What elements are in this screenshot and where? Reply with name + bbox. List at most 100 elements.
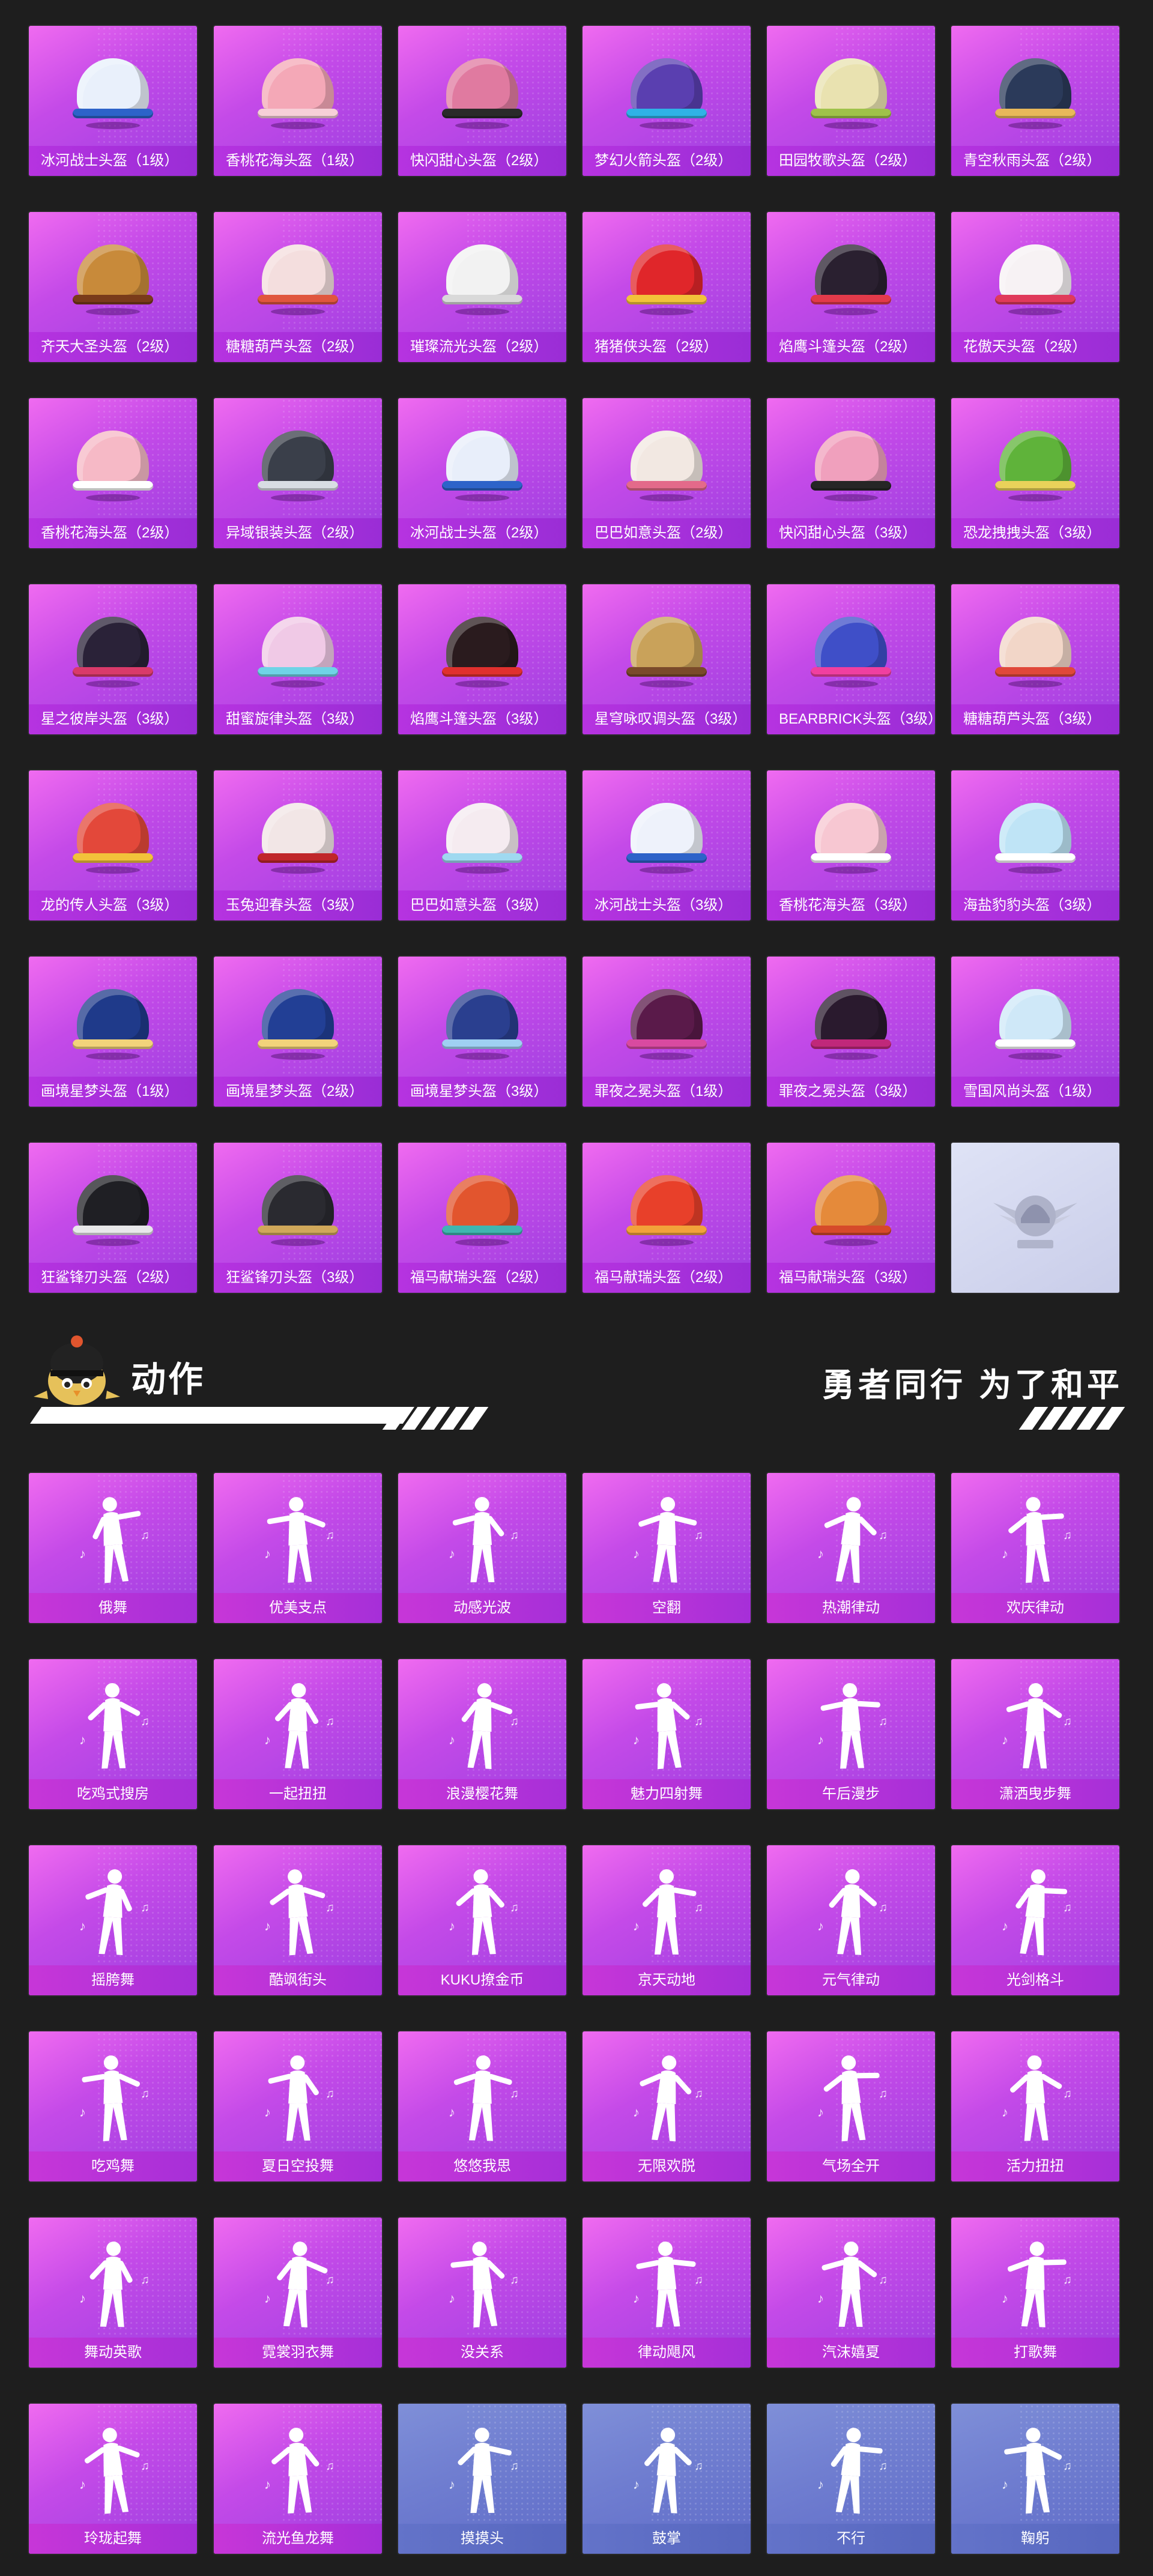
helmet-card[interactable]: 香桃花海头盔（1级） bbox=[214, 26, 382, 176]
helmet-card[interactable] bbox=[951, 1143, 1119, 1293]
action-card[interactable]: ♪ ♫ 元气律动 bbox=[767, 1845, 935, 1995]
action-card[interactable]: ♪ ♫ 光剑格斗 bbox=[951, 1845, 1119, 1995]
svg-text:♫: ♫ bbox=[879, 2087, 888, 2100]
helmet-card[interactable]: 狂鲨锋刃头盔（3级） bbox=[214, 1143, 382, 1293]
helmet-card[interactable]: 画境星梦头盔（1级） bbox=[29, 957, 197, 1107]
action-card[interactable]: ♪ ♫ 律动飓风 bbox=[583, 2218, 751, 2368]
helmet-card[interactable]: 糖糖葫芦头盔（3级） bbox=[951, 584, 1119, 734]
action-card[interactable]: ♪ ♫ 流光鱼龙舞 bbox=[214, 2404, 382, 2554]
helmet-card[interactable]: 冰河战士头盔（1级） bbox=[29, 26, 197, 176]
action-card[interactable]: ♪ ♫ 鼓掌 bbox=[583, 2404, 751, 2554]
action-card[interactable]: ♪ ♫ 一起扭扭 bbox=[214, 1659, 382, 1809]
helmet-card[interactable]: 快闪甜心头盔（3级） bbox=[767, 398, 935, 548]
svg-text:♪: ♪ bbox=[79, 2477, 86, 2492]
helmet-icon bbox=[806, 977, 896, 1067]
action-card[interactable]: ♪ ♫ 摇胯舞 bbox=[29, 1845, 197, 1995]
helmet-card[interactable]: 福马献瑞头盔（3级） bbox=[767, 1143, 935, 1293]
action-card[interactable]: ♪ ♫ 打歌舞 bbox=[951, 2218, 1119, 2368]
helmet-card[interactable]: 雪国风尚头盔（1级） bbox=[951, 957, 1119, 1107]
action-card[interactable]: ♪ ♫ KUKU撩金币 bbox=[398, 1845, 566, 1995]
helmet-card[interactable]: 糖糖葫芦头盔（2级） bbox=[214, 212, 382, 362]
svg-text:♪: ♪ bbox=[817, 1732, 824, 1747]
svg-text:♪: ♪ bbox=[633, 1546, 640, 1561]
action-card[interactable]: ♪ ♫ 汽沫嬉夏 bbox=[767, 2218, 935, 2368]
helmet-card[interactable]: 冰河战士头盔（2级） bbox=[398, 398, 566, 548]
action-card[interactable]: ♪ ♫ 玲珑起舞 bbox=[29, 2404, 197, 2554]
helmet-card[interactable]: 梦幻火箭头盔（2级） bbox=[583, 26, 751, 176]
dancer-pose-icon: ♪♫ bbox=[449, 2242, 519, 2328]
action-card[interactable]: ♪ ♫ 气场全开 bbox=[767, 2031, 935, 2181]
helmet-card[interactable]: 星之彼岸头盔（3级） bbox=[29, 584, 197, 734]
action-label: 活力扭扭 bbox=[951, 2151, 1119, 2181]
helmet-card[interactable]: 福马献瑞头盔（2级） bbox=[398, 1143, 566, 1293]
action-card[interactable]: ♪ ♫ 霓裳羽衣舞 bbox=[214, 2218, 382, 2368]
helmet-card[interactable]: 狂鲨锋刃头盔（2级） bbox=[29, 1143, 197, 1293]
helmet-card[interactable]: 罪夜之冕头盔（3级） bbox=[767, 957, 935, 1107]
helmet-icon bbox=[806, 46, 896, 136]
helmet-card[interactable]: 异域银装头盔（2级） bbox=[214, 398, 382, 548]
action-card[interactable]: ♪ ♫ 无限欢脱 bbox=[583, 2031, 751, 2181]
helmet-icon bbox=[253, 791, 343, 881]
action-card[interactable]: ♪ ♫ 动感光波 bbox=[398, 1473, 566, 1623]
action-card[interactable]: ♪ ♫ 吃鸡式搜房 bbox=[29, 1659, 197, 1809]
helmet-card[interactable]: 花傲天头盔（2级） bbox=[951, 212, 1119, 362]
helmet-card[interactable]: 福马献瑞头盔（2级） bbox=[583, 1143, 751, 1293]
action-card[interactable]: ♪ ♫ 悠悠我思 bbox=[398, 2031, 566, 2181]
helmet-card[interactable]: 焰鹰斗篷头盔（2级） bbox=[767, 212, 935, 362]
helmet-card[interactable]: 画境星梦头盔（3级） bbox=[398, 957, 566, 1107]
helmet-card[interactable]: 恐龙拽拽头盔（3级） bbox=[951, 398, 1119, 548]
svg-text:♪: ♪ bbox=[79, 2291, 86, 2306]
helmet-card[interactable]: 海盐豹豹头盔（3级） bbox=[951, 770, 1119, 921]
helmet-label: 田园牧歌头盔（2级） bbox=[767, 146, 935, 176]
action-card[interactable]: ♪ ♫ 热潮律动 bbox=[767, 1473, 935, 1623]
action-label: 光剑格斗 bbox=[951, 1965, 1119, 1995]
helmet-card[interactable]: 玉兔迎春头盔（3级） bbox=[214, 770, 382, 921]
helmet-card[interactable]: BEARBRICK头盔（3级） bbox=[767, 584, 935, 734]
action-card[interactable]: ♪ ♫ 鞠躬 bbox=[951, 2404, 1119, 2554]
helmet-label: 快闪甜心头盔（3级） bbox=[767, 518, 935, 548]
helmet-card[interactable]: 香桃花海头盔（3级） bbox=[767, 770, 935, 921]
action-card[interactable]: ♪ ♫ 午后漫步 bbox=[767, 1659, 935, 1809]
helmet-card[interactable]: 香桃花海头盔（2级） bbox=[29, 398, 197, 548]
action-card[interactable]: ♪ ♫ 摸摸头 bbox=[398, 2404, 566, 2554]
helmet-card[interactable]: 焰鹰斗篷头盔（3级） bbox=[398, 584, 566, 734]
action-card[interactable]: ♪ ♫ 舞动英歌 bbox=[29, 2218, 197, 2368]
svg-text:♫: ♫ bbox=[1063, 1529, 1072, 1542]
helmet-card[interactable]: 璀璨流光头盔（2级） bbox=[398, 212, 566, 362]
helmet-card[interactable]: 罪夜之冕头盔（1级） bbox=[583, 957, 751, 1107]
action-card[interactable]: ♪ ♫ 活力扭扭 bbox=[951, 2031, 1119, 2181]
helmet-card[interactable]: 冰河战士头盔（3级） bbox=[583, 770, 751, 921]
svg-text:♪: ♪ bbox=[79, 2105, 86, 2120]
dancer-pose-icon: ♪♫ bbox=[1002, 2428, 1072, 2514]
action-card[interactable]: ♪ ♫ 魅力四射舞 bbox=[583, 1659, 751, 1809]
helmet-card[interactable]: 画境星梦头盔（2级） bbox=[214, 957, 382, 1107]
action-card[interactable]: ♪ ♫ 浪漫樱花舞 bbox=[398, 1659, 566, 1809]
action-card[interactable]: ♪ ♫ 京天动地 bbox=[583, 1845, 751, 1995]
helmet-card[interactable]: 猪猪侠头盔（2级） bbox=[583, 212, 751, 362]
action-card[interactable]: ♪ ♫ 吃鸡舞 bbox=[29, 2031, 197, 2181]
helmet-card[interactable]: 田园牧歌头盔（2级） bbox=[767, 26, 935, 176]
svg-text:♪: ♪ bbox=[817, 2477, 824, 2492]
helmet-card[interactable]: 巴巴如意头盔（2级） bbox=[583, 398, 751, 548]
action-card[interactable]: ♪ ♫ 不行 bbox=[767, 2404, 935, 2554]
action-card[interactable]: ♪ ♫ 酷飒街头 bbox=[214, 1845, 382, 1995]
helmet-card[interactable]: 星穹咏叹调头盔（3级） bbox=[583, 584, 751, 734]
svg-text:♫: ♫ bbox=[694, 2460, 703, 2473]
helmet-card[interactable]: 快闪甜心头盔（2级） bbox=[398, 26, 566, 176]
action-card[interactable]: ♪ ♫ 潇洒曳步舞 bbox=[951, 1659, 1119, 1809]
action-card[interactable]: ♪ ♫ 欢庆律动 bbox=[951, 1473, 1119, 1623]
action-card[interactable]: ♪ ♫ 俄舞 bbox=[29, 1473, 197, 1623]
helmet-card[interactable]: 甜蜜旋律头盔（3级） bbox=[214, 584, 382, 734]
helmet-card[interactable]: 齐天大圣头盔（2级） bbox=[29, 212, 197, 362]
action-card[interactable]: ♪ ♫ 夏日空投舞 bbox=[214, 2031, 382, 2181]
action-label: 无限欢脱 bbox=[583, 2151, 751, 2181]
action-card[interactable]: ♪ ♫ 优美支点 bbox=[214, 1473, 382, 1623]
helmet-card[interactable]: 龙的传人头盔（3级） bbox=[29, 770, 197, 921]
helmet-icon bbox=[253, 46, 343, 136]
action-card[interactable]: ♪ ♫ 没关系 bbox=[398, 2218, 566, 2368]
action-card[interactable]: ♪ ♫ 空翻 bbox=[583, 1473, 751, 1623]
helmet-card[interactable]: 巴巴如意头盔（3级） bbox=[398, 770, 566, 921]
helmet-card[interactable]: 青空秋雨头盔（2级） bbox=[951, 26, 1119, 176]
svg-text:♪: ♪ bbox=[264, 1918, 271, 1934]
helmet-label: 福马献瑞头盔（2级） bbox=[583, 1263, 751, 1293]
